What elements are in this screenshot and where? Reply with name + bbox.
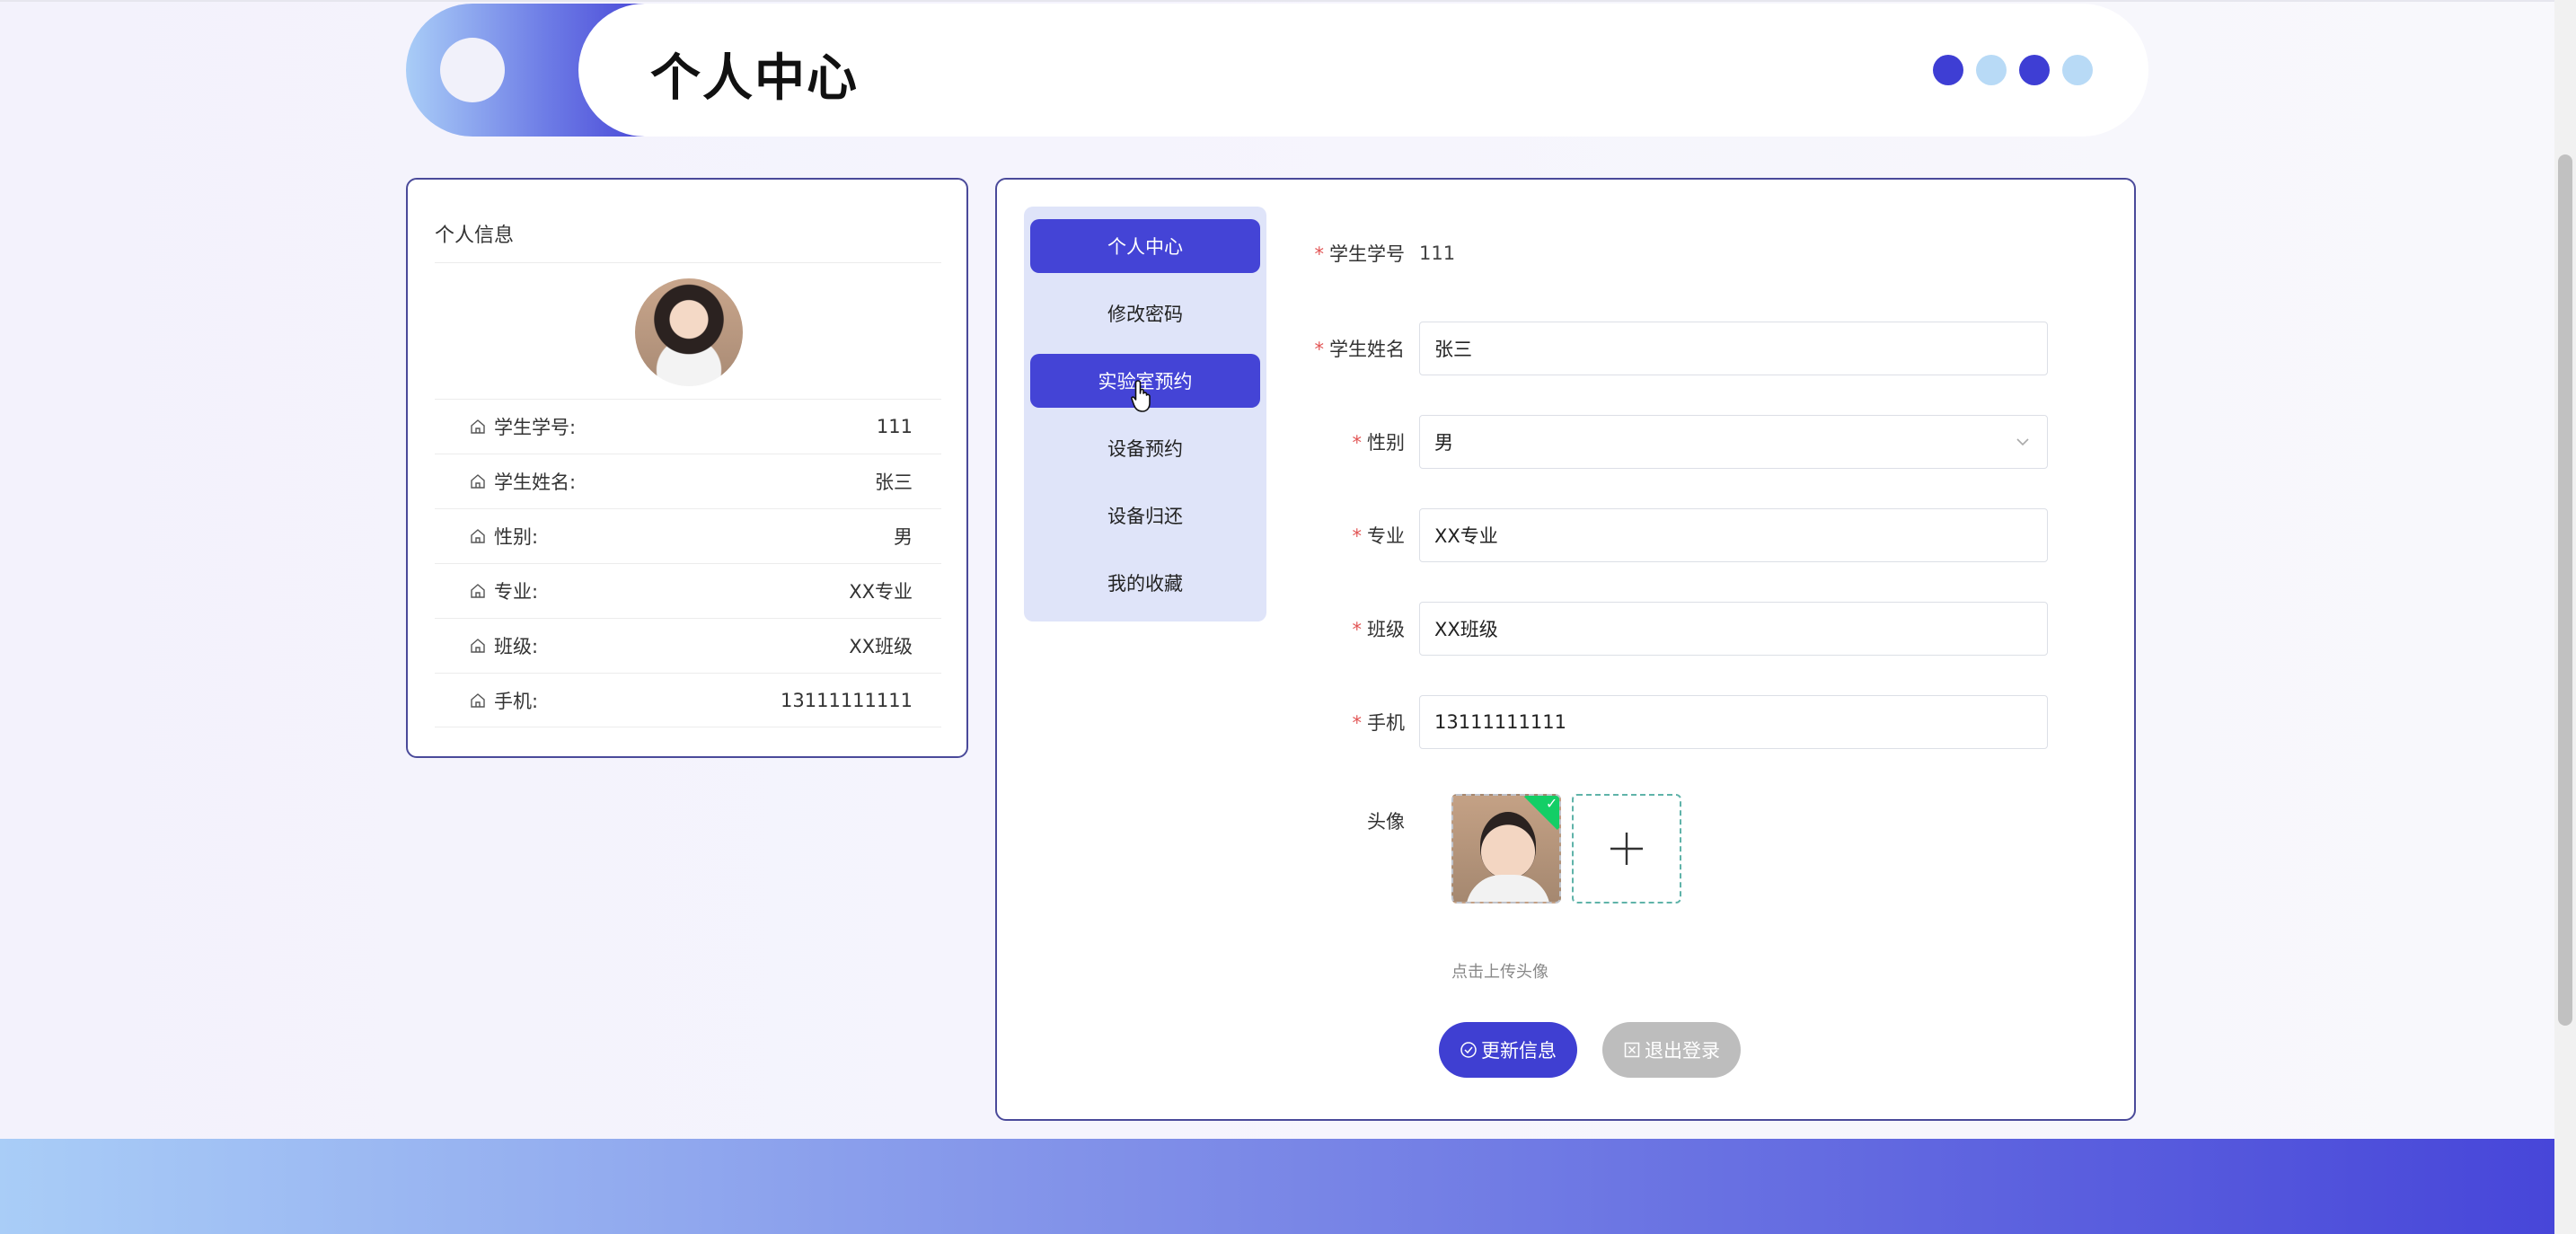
profile-info-row: 学生学号: 111 — [435, 399, 941, 454]
header-dot — [2019, 55, 2050, 85]
header-dot — [1976, 55, 2007, 85]
home-icon — [471, 692, 485, 708]
home-icon — [471, 419, 485, 434]
form-row-student-id: * 学生学号 111 — [1266, 235, 2093, 271]
upload-hint: 点击上传头像 — [1451, 963, 1548, 982]
menu-item-favorites[interactable]: 我的收藏 — [1030, 556, 1260, 610]
required-mark: * — [1314, 243, 1325, 265]
logout-label: 退出登录 — [1645, 1040, 1720, 1062]
major-label: 专业 — [1367, 525, 1405, 547]
profile-info-row: 班级: XX班级 — [435, 618, 941, 673]
profile-info-row: 专业: XX专业 — [435, 563, 941, 618]
divider — [435, 262, 941, 263]
footer-banner — [0, 1139, 2554, 1234]
class-label: 班级 — [1367, 619, 1405, 640]
form-row-phone: * 手机 13111111111 — [1266, 695, 2093, 749]
hand-cursor-icon — [1131, 380, 1151, 412]
phone-label: 手机 — [1367, 712, 1405, 734]
header-dot — [2062, 55, 2093, 85]
scrollbar[interactable] — [2554, 0, 2576, 1234]
profile-info-value: XX班级 — [849, 636, 913, 657]
required-mark: * — [1352, 619, 1363, 640]
form-row-student-name: * 学生姓名 张三 — [1266, 322, 2093, 375]
profile-info-label: 学生姓名: — [494, 472, 577, 493]
profile-info-value: 13111111111 — [781, 689, 913, 711]
gender-value: 男 — [1434, 432, 1453, 454]
student-id-label: 学生学号 — [1329, 243, 1405, 265]
form-row-major: * 专业 XX专业 — [1266, 508, 2093, 562]
home-icon — [471, 474, 485, 489]
gender-select[interactable]: 男 — [1419, 415, 2048, 469]
page-title: 个人中心 — [650, 49, 859, 108]
avatar-upload-button[interactable] — [1572, 794, 1681, 903]
header-dot — [1933, 55, 1963, 85]
profile-info-value: 张三 — [875, 472, 913, 493]
profile-info-label: 专业: — [494, 581, 539, 603]
profile-card: 个人信息 学生学号: 111 学生姓名: 张三 性别: 男 专业: XX专业 班… — [406, 178, 968, 758]
home-icon — [471, 584, 485, 598]
profile-card-title: 个人信息 — [435, 225, 515, 247]
plus-icon — [1610, 833, 1643, 865]
phone-input[interactable]: 13111111111 — [1419, 695, 2048, 749]
check-icon: ✓ — [1545, 794, 1558, 812]
main-card: 个人中心 修改密码 实验室预约 设备预约 设备归还 我的收藏 * 学生学号 111… — [995, 178, 2136, 1121]
profile-info-row: 学生姓名: 张三 — [435, 454, 941, 508]
form-row-class: * 班级 XX班级 — [1266, 602, 2093, 656]
profile-info-label: 手机: — [494, 690, 539, 712]
major-input[interactable]: XX专业 — [1419, 508, 2048, 562]
update-info-label: 更新信息 — [1481, 1040, 1557, 1062]
form-row-gender: * 性别 男 — [1266, 415, 2093, 469]
chevron-down-icon — [2016, 438, 2029, 446]
profile-info-value: 男 — [894, 526, 913, 548]
class-input[interactable]: XX班级 — [1419, 602, 2048, 656]
check-circle-icon — [1460, 1042, 1477, 1058]
profile-info-row: 手机: 13111111111 — [435, 673, 941, 727]
student-id-value: 111 — [1419, 242, 1456, 264]
profile-info-value: 111 — [876, 416, 913, 437]
menu-item-device-reservation[interactable]: 设备预约 — [1030, 421, 1260, 475]
student-name-input[interactable]: 张三 — [1419, 322, 2048, 375]
required-mark: * — [1352, 712, 1363, 734]
required-mark: * — [1352, 432, 1363, 454]
avatar-upload-preview[interactable]: ✓ — [1451, 794, 1561, 903]
logout-button[interactable]: 退出登录 — [1602, 1022, 1741, 1078]
scrollbar-thumb[interactable] — [2558, 154, 2572, 1026]
header-panel: 个人中心 — [578, 4, 2148, 137]
home-icon — [471, 529, 485, 543]
required-mark: * — [1314, 339, 1325, 360]
profile-info-label: 性别: — [494, 526, 539, 548]
close-square-icon — [1624, 1042, 1640, 1058]
top-border — [0, 0, 2576, 2]
avatar — [635, 278, 743, 386]
header-circle-decoration — [440, 38, 505, 102]
required-mark: * — [1352, 525, 1363, 547]
profile-info-value: XX专业 — [849, 581, 913, 603]
gender-label: 性别 — [1367, 432, 1405, 454]
profile-info-label: 班级: — [494, 636, 539, 657]
profile-info-label: 学生学号: — [494, 417, 577, 438]
avatar-label: 头像 — [1367, 811, 1405, 833]
header-dots — [1933, 55, 2093, 85]
page-header: 个人中心 — [406, 4, 2148, 137]
profile-info-row: 性别: 男 — [435, 508, 941, 563]
menu-item-device-return[interactable]: 设备归还 — [1030, 489, 1260, 542]
profile-info-list: 学生学号: 111 学生姓名: 张三 性别: 男 专业: XX专业 班级: XX… — [435, 399, 941, 727]
side-menu: 个人中心 修改密码 实验室预约 设备预约 设备归还 我的收藏 — [1024, 207, 1266, 621]
home-icon — [471, 639, 485, 653]
menu-item-change-password[interactable]: 修改密码 — [1030, 286, 1260, 340]
menu-item-profile[interactable]: 个人中心 — [1030, 219, 1260, 273]
update-info-button[interactable]: 更新信息 — [1439, 1022, 1577, 1078]
student-name-label: 学生姓名 — [1329, 339, 1405, 360]
